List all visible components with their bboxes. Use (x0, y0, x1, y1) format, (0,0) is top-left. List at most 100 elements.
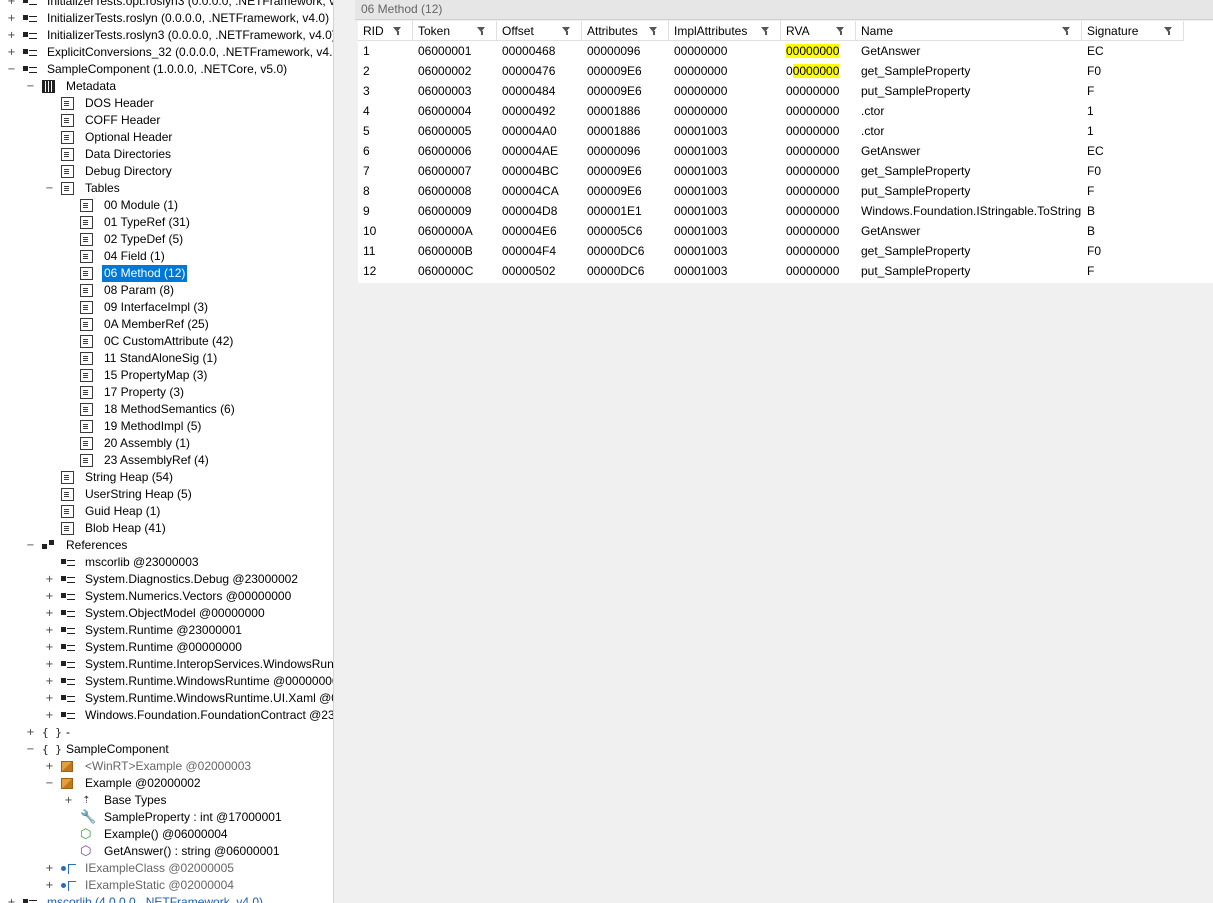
tree-item[interactable]: 0A MemberRef (25) (0, 316, 333, 333)
tree-item[interactable]: + System.Runtime.WindowsRuntime.UI.Xaml @… (0, 690, 333, 707)
expand-icon[interactable]: + (45, 609, 54, 619)
tree-item[interactable]: + System.Runtime.InteropServices.WindowsR… (0, 656, 333, 673)
tree-item[interactable]: Debug Directory (0, 163, 333, 180)
table-row[interactable]: 5 06000005 000004A0 00001886 00001003 0000000… (358, 121, 1184, 141)
expand-icon[interactable]: + (45, 677, 54, 687)
tree-item[interactable]: COFF Header (0, 112, 333, 129)
table-row[interactable]: 10 0600000A 000004E6 000005C6 00001003 000000… (358, 221, 1184, 241)
tree-item[interactable]: + InitializerTests.roslyn (0.0.0.0, .NETF… (0, 10, 333, 27)
tree-item[interactable]: + System.ObjectModel @00000000 (0, 605, 333, 622)
method-table-grid[interactable]: RID Token Offset Attributes ImplAttributes RV… (358, 21, 1213, 283)
tree-item[interactable]: 08 Param (8) (0, 282, 333, 299)
tree-item[interactable]: + System.Runtime.WindowsRuntime @00000000 (0, 673, 333, 690)
tree-item[interactable]: + InitializerTests.opt.roslyn3 (0.0.0.0, … (0, 0, 333, 10)
tree-item[interactable]: 15 PropertyMap (3) (0, 367, 333, 384)
expand-icon[interactable]: + (45, 626, 54, 636)
expand-icon[interactable]: + (45, 881, 54, 891)
tree-item[interactable]: + System.Runtime @00000000 (0, 639, 333, 656)
expand-icon[interactable]: + (45, 694, 54, 704)
tree-item[interactable]: 02 TypeDef (5) (0, 231, 333, 248)
tree-item[interactable]: + System.Numerics.Vectors @00000000 (0, 588, 333, 605)
collapse-icon[interactable]: − (26, 82, 35, 92)
tree-item[interactable]: + IExampleStatic @02000004 (0, 877, 333, 894)
table-row[interactable]: 8 06000008 000004CA 000009E6 00001003 0000000… (358, 181, 1184, 201)
filter-icon[interactable] (1164, 27, 1173, 35)
column-header[interactable]: ImplAttributes (669, 21, 781, 41)
expand-icon[interactable]: + (45, 864, 54, 874)
tree-item[interactable]: mscorlib @23000003 (0, 554, 333, 571)
collapse-icon[interactable]: − (45, 184, 54, 194)
tree-item[interactable]: UserString Heap (5) (0, 486, 333, 503)
column-header[interactable]: RID (358, 21, 413, 41)
collapse-icon[interactable]: − (45, 779, 54, 789)
tree-item[interactable]: 18 MethodSemantics (6) (0, 401, 333, 418)
filter-icon[interactable] (393, 27, 402, 35)
collapse-icon[interactable]: − (7, 65, 16, 75)
expand-icon[interactable]: + (7, 31, 16, 41)
expand-icon[interactable]: + (45, 711, 54, 721)
tree-item[interactable]: + System.Runtime @23000001 (0, 622, 333, 639)
tree-item[interactable]: − SampleComponent (1.0.0.0, .NETCore, v5.… (0, 61, 333, 78)
tree-item[interactable]: 🔧 SampleProperty : int @17000001 (0, 809, 333, 826)
column-header[interactable]: Signature (1082, 21, 1184, 41)
expand-icon[interactable]: + (45, 575, 54, 585)
tree-item[interactable]: + mscorlib (4.0.0.0, .NETFramework, v4.0) (0, 894, 333, 903)
column-header[interactable]: Token (413, 21, 497, 41)
tree-item[interactable]: + InitializerTests.roslyn3 (0.0.0.0, .NET… (0, 27, 333, 44)
expand-icon[interactable]: + (45, 660, 54, 670)
tree-item[interactable]: + { } - (0, 724, 333, 741)
tree-item[interactable]: + System.Diagnostics.Debug @23000002 (0, 571, 333, 588)
expand-icon[interactable]: + (45, 592, 54, 602)
expand-icon[interactable]: + (7, 0, 16, 7)
filter-icon[interactable] (836, 27, 845, 35)
expand-icon[interactable]: + (26, 728, 35, 738)
expand-icon[interactable]: + (7, 898, 16, 903)
pane-splitter[interactable] (333, 0, 355, 903)
tree-item[interactable]: 04 Field (1) (0, 248, 333, 265)
column-header[interactable]: Name (856, 21, 1082, 41)
assembly-tree[interactable]: + InitializerTests.opt.roslyn3 (0.0.0.0, … (0, 0, 333, 903)
table-row[interactable]: 11 0600000B 000004F4 00000DC6 00001003 000000… (358, 241, 1184, 261)
tree-item[interactable]: − References (0, 537, 333, 554)
tree-item[interactable]: − Example @02000002 (0, 775, 333, 792)
tree-item[interactable]: −{ } SampleComponent (0, 741, 333, 758)
column-header[interactable]: Offset (497, 21, 582, 41)
tree-item[interactable]: 20 Assembly (1) (0, 435, 333, 452)
table-row[interactable]: 6 06000006 000004AE 00000096 00001003 0000000… (358, 141, 1184, 161)
filter-icon[interactable] (649, 27, 658, 35)
column-header[interactable]: RVA (781, 21, 856, 41)
table-row[interactable]: 4 06000004 00000492 00001886 00000000 0000000… (358, 101, 1184, 121)
tree-item[interactable]: + ExplicitConversions_32 (0.0.0.0, .NETFr… (0, 44, 333, 61)
expand-icon[interactable]: + (64, 796, 73, 806)
tree-item[interactable]: 17 Property (3) (0, 384, 333, 401)
tree-item[interactable]: DOS Header (0, 95, 333, 112)
expand-icon[interactable]: + (7, 48, 16, 58)
collapse-icon[interactable]: − (26, 745, 35, 755)
tree-item[interactable]: Optional Header (0, 129, 333, 146)
tree-item[interactable]: 0C CustomAttribute (42) (0, 333, 333, 350)
table-row[interactable]: 1 06000001 00000468 00000096 00000000 0000000… (358, 41, 1184, 61)
expand-icon[interactable]: + (7, 14, 16, 24)
tree-item[interactable]: + Windows.Foundation.FoundationContract @… (0, 707, 333, 724)
tree-item[interactable]: 11 StandAloneSig (1) (0, 350, 333, 367)
tree-item[interactable]: + <WinRT>Example @02000003 (0, 758, 333, 775)
tree-item[interactable]: 09 InterfaceImpl (3) (0, 299, 333, 316)
tree-item[interactable]: + IExampleClass @02000005 (0, 860, 333, 877)
filter-icon[interactable] (1062, 27, 1071, 35)
tree-item[interactable]: Guid Heap (1) (0, 503, 333, 520)
table-row[interactable]: 9 06000009 000004D8 000001E1 00001003 0000000… (358, 201, 1184, 221)
tree-item[interactable]: ⬡ GetAnswer() : string @06000001 (0, 843, 333, 860)
tree-item[interactable]: 23 AssemblyRef (4) (0, 452, 333, 469)
filter-icon[interactable] (562, 27, 571, 35)
table-row[interactable]: 3 06000003 00000484 000009E6 00000000 0000000… (358, 81, 1184, 101)
table-row[interactable]: 7 06000007 000004BC 000009E6 00001003 0000000… (358, 161, 1184, 181)
tree-item[interactable]: − Tables (0, 180, 333, 197)
filter-icon[interactable] (761, 27, 770, 35)
tree-item[interactable]: − Metadata (0, 78, 333, 95)
table-row[interactable]: 2 06000002 00000476 000009E6 00000000 0000000… (358, 61, 1184, 81)
filter-icon[interactable] (477, 27, 486, 35)
tree-item[interactable]: 00 Module (1) (0, 197, 333, 214)
tree-item[interactable]: 01 TypeRef (31) (0, 214, 333, 231)
collapse-icon[interactable]: − (26, 541, 35, 551)
tree-item[interactable]: Data Directories (0, 146, 333, 163)
